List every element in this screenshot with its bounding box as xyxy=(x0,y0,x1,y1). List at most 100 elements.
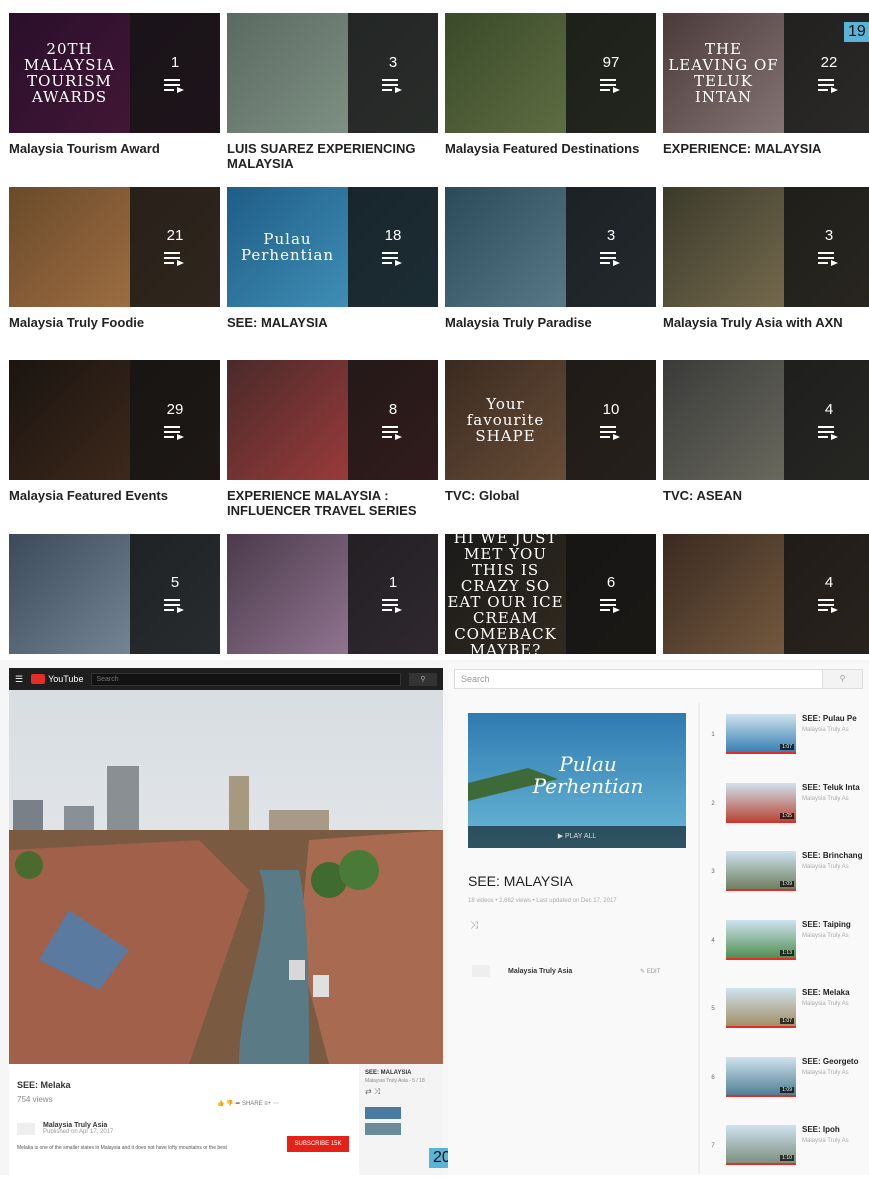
playlist-icon xyxy=(382,597,404,613)
playlist-thumbnail[interactable]: 29 xyxy=(9,360,220,480)
playlist-card[interactable]: 8 EXPERIENCE MALAYSIA : INFLUENCER TRAVEL… xyxy=(227,360,438,534)
playlist-video-item[interactable]: 5 1:07 SEE: Melaka Malaysia Truly As xyxy=(706,982,869,1044)
playlist-thumbnail[interactable]: THE LEAVING OF TELUK INTAN 22 xyxy=(663,13,869,133)
playlist-video-item[interactable]: 7 1:10 SEE: Ipoh Malaysia Truly As xyxy=(706,1119,869,1181)
playlist-video-item[interactable]: 1 1:07 SEE: Pulau Pe Malaysia Truly As xyxy=(706,708,869,770)
playlist-cover[interactable]: Pulau Perhentian ▶ PLAY ALL xyxy=(468,713,686,848)
playlist-thumbnail[interactable]: 5 xyxy=(9,533,220,654)
playlist-card[interactable]: 20TH MALAYSIA TOURISM AWARDS 1 Malaysia To… xyxy=(9,13,220,187)
playlist-video-item[interactable]: 3 1:09 SEE: Brinchang Malaysia Truly As xyxy=(706,845,869,907)
playlist-thumbnail[interactable]: 3 xyxy=(227,13,438,133)
item-thumbnail[interactable]: 1:07 xyxy=(726,988,796,1028)
playlist-thumbnail[interactable]: Pulau Perhentian 18 xyxy=(227,186,438,307)
playlist-card[interactable]: 21 Malaysia Truly Foodie xyxy=(9,186,220,361)
playlist-card[interactable]: 4 TVC: ASEAN xyxy=(663,360,869,534)
play-all-button[interactable]: ▶ PLAY ALL xyxy=(468,826,686,848)
playlist-video-item[interactable]: 2 1:05 SEE: Teluk Inta Malaysia Truly As xyxy=(706,777,869,839)
side-playlist-title[interactable]: SEE: MALAYSIA xyxy=(365,1070,437,1076)
playlist-title[interactable]: Malaysia Truly Paradise xyxy=(445,315,656,330)
side-thumb[interactable] xyxy=(365,1123,401,1135)
playlist-thumbnail[interactable]: 4 xyxy=(663,533,869,654)
playlist-thumbnail[interactable]: 1 xyxy=(227,533,438,654)
playlist-thumbnail[interactable]: 8 xyxy=(227,360,438,480)
playlist-title[interactable]: LUIS SUAREZ EXPERIENCING MALAYSIA xyxy=(227,141,438,171)
search-input[interactable]: Search xyxy=(91,672,401,686)
item-thumbnail[interactable]: 1:09 xyxy=(726,851,796,891)
item-title[interactable]: SEE: Brinchang xyxy=(802,851,862,860)
playlist-title[interactable]: EXPERIENCE: MALAYSIA xyxy=(663,141,869,156)
shuffle-icon[interactable]: ⤨ xyxy=(470,920,478,931)
item-thumbnail[interactable]: 1:09 xyxy=(726,1056,796,1097)
item-title[interactable]: SEE: Georgeto xyxy=(802,1057,858,1066)
playlist-title[interactable]: TVC: ASEAN xyxy=(663,488,869,503)
thumbnail-caption: THE LEAVING OF TELUK INTAN xyxy=(668,40,779,106)
subscribe-button[interactable]: SUBSCRIBE 15K xyxy=(287,1136,349,1152)
playlist-title[interactable]: Malaysia Truly Asia with AXN xyxy=(663,315,869,330)
playlist-card[interactable]: Pulau Perhentian 18 SEE: MALAYSIA xyxy=(227,186,438,361)
playlist-count-overlay: 21 xyxy=(130,186,220,307)
edit-button[interactable]: ✎ EDIT xyxy=(640,968,660,975)
playlist-count-overlay: 3 xyxy=(566,186,656,307)
playlist-title[interactable]: EXPERIENCE MALAYSIA : INFLUENCER TRAVEL … xyxy=(227,488,438,518)
video-count: 6 xyxy=(606,574,616,591)
playlist-title[interactable]: Malaysia Featured Events xyxy=(9,488,220,503)
item-thumbnail[interactable]: 1:10 xyxy=(726,1125,796,1165)
playlist-title[interactable]: Malaysia Truly Foodie xyxy=(9,315,220,330)
side-thumb[interactable] xyxy=(365,1107,401,1119)
playlist-title: SEE: MALAYSIA xyxy=(468,873,573,889)
playlist-card[interactable]: 97 Malaysia Featured Destinations xyxy=(445,13,656,187)
thumbnail-caption xyxy=(445,13,566,133)
playlist-thumbnail[interactable]: 20TH MALAYSIA TOURISM AWARDS 1 xyxy=(9,13,220,133)
playlist-thumbnail[interactable]: Your favourite SHAPE 10 xyxy=(445,360,656,480)
playlist-count-overlay: 5 xyxy=(130,533,220,654)
playlist-card[interactable]: Your favourite SHAPE 10 TVC: Global xyxy=(445,360,656,534)
item-duration: 1:10 xyxy=(780,1155,794,1161)
video-count: 8 xyxy=(388,400,398,418)
item-thumbnail[interactable]: 1:05 xyxy=(726,782,796,823)
playlist-thumbnail[interactable]: 21 xyxy=(9,186,220,307)
item-title[interactable]: SEE: Teluk Inta xyxy=(802,783,860,792)
playlist-thumbnail[interactable]: 3 xyxy=(663,186,869,307)
playlist-video-item[interactable]: 4 1:13 SEE: Taiping Malaysia Truly As xyxy=(706,914,869,976)
playlist-card[interactable]: THE LEAVING OF TELUK INTAN 22 EXPERIENCE: … xyxy=(663,13,869,187)
playlist-thumbnail[interactable]: HI WE JUST MET YOU THIS IS CRAZY SO EAT … xyxy=(445,533,656,654)
publish-date: Published on Apr 17, 2017 xyxy=(43,1129,114,1135)
playlist-title[interactable]: SEE: MALAYSIA xyxy=(227,315,438,330)
playlist-card[interactable]: 3 LUIS SUAREZ EXPERIENCING MALAYSIA xyxy=(227,13,438,187)
playlist-icon xyxy=(600,77,622,93)
search-icon[interactable]: ⚲ xyxy=(822,670,862,688)
playlist-title[interactable]: TVC: Global xyxy=(445,488,656,503)
playlist-title[interactable]: Malaysia Featured Destinations xyxy=(445,141,656,156)
action-icons[interactable]: 👍 👎 ➦ SHARE ≡+ ⋯ xyxy=(217,1100,279,1107)
item-number: 2 xyxy=(711,800,715,807)
channel-avatar[interactable] xyxy=(17,1122,35,1135)
playlist-thumbnail[interactable]: 3 xyxy=(445,186,656,307)
loop-shuffle-icons[interactable]: ⇄ ⤨ xyxy=(365,1087,437,1097)
playlist-icon xyxy=(382,424,404,440)
playlist-video-item[interactable]: 6 1:09 SEE: Georgeto Malaysia Truly As xyxy=(706,1051,869,1113)
owner-avatar[interactable] xyxy=(472,965,490,977)
item-thumbnail[interactable]: 1:07 xyxy=(726,714,796,754)
item-number: 5 xyxy=(711,1006,715,1012)
item-title[interactable]: SEE: Taiping xyxy=(802,920,851,929)
item-title[interactable]: SEE: Melaka xyxy=(802,988,850,997)
playlist-thumbnail[interactable]: 97 xyxy=(445,13,656,133)
playlist-search-input[interactable]: Search ⚲ xyxy=(454,669,863,689)
youtube-logo[interactable]: YouTube xyxy=(31,674,83,684)
item-thumbnail[interactable]: 1:13 xyxy=(726,919,796,960)
playlist-count-overlay: 4 xyxy=(784,360,869,480)
item-title[interactable]: SEE: Pulau Pe xyxy=(802,714,857,723)
playlist-thumbnail[interactable]: 4 xyxy=(663,360,869,480)
item-channel: Malaysia Truly As xyxy=(802,1138,849,1144)
playlist-card[interactable]: 29 Malaysia Featured Events xyxy=(9,360,220,534)
channel-name[interactable]: Malaysia Truly Asia xyxy=(43,1122,113,1129)
playlist-title[interactable]: Malaysia Tourism Award xyxy=(9,141,220,156)
playlist-card[interactable]: 3 Malaysia Truly Asia with AXN xyxy=(663,186,869,361)
video-player[interactable] xyxy=(9,690,443,1064)
menu-icon[interactable]: ☰ xyxy=(15,674,23,685)
playlist-card[interactable]: 3 Malaysia Truly Paradise xyxy=(445,186,656,361)
search-icon[interactable]: ⚲ xyxy=(409,672,437,686)
figure-number-badge: 19 xyxy=(844,22,869,42)
playlist-owner[interactable]: Malaysia Truly Asia xyxy=(508,968,572,975)
item-title[interactable]: SEE: Ipoh xyxy=(802,1125,849,1134)
